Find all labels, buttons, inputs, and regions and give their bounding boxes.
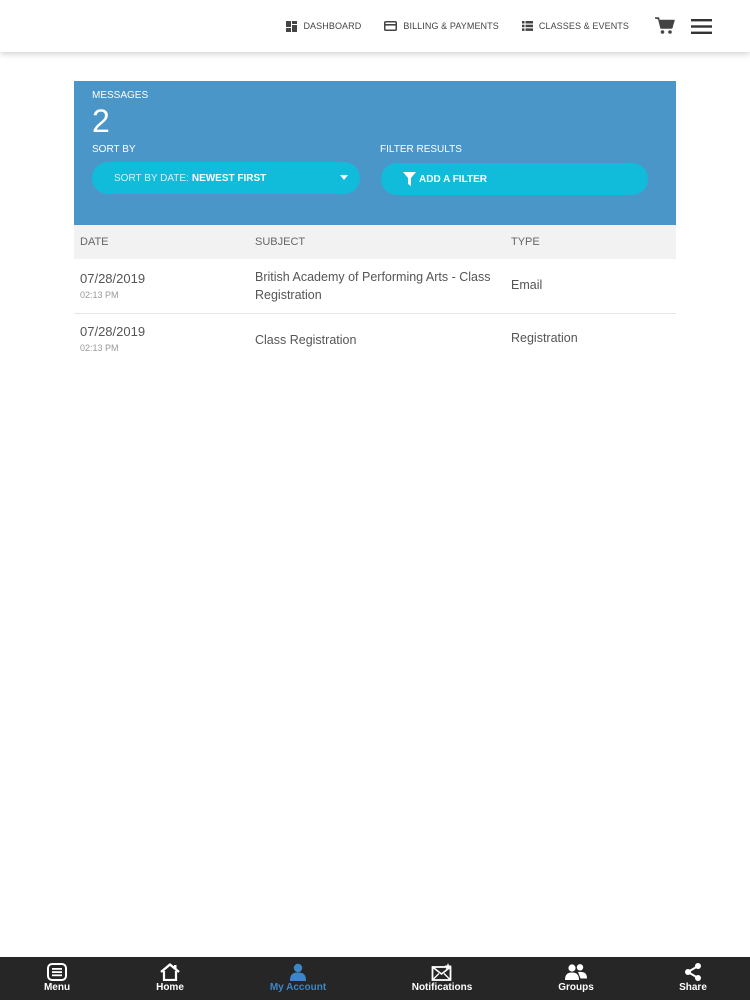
bottom-tab-bar: Menu Home My Account Notifications Group… — [0, 957, 750, 1000]
row-type: Email — [511, 278, 543, 292]
row-type: Registration — [511, 331, 578, 345]
cart-icon — [655, 17, 675, 34]
table-row[interactable]: 07/28/2019 02:13 PM Class Registration R… — [74, 314, 676, 364]
tab-notifications[interactable]: Notifications — [402, 957, 482, 1000]
column-header-subject[interactable]: SUBJECT — [255, 236, 305, 248]
messages-count: 2 — [92, 103, 110, 139]
filter-results-label: FILTER RESULTS — [380, 144, 462, 155]
caret-down-icon — [340, 175, 348, 180]
messages-panel: MESSAGES 2 SORT BY FILTER RESULTS SORT B… — [74, 81, 676, 225]
sort-dropdown-value: NEWEST FIRST — [191, 172, 267, 184]
tab-notifications-label: Notifications — [411, 982, 473, 993]
add-filter-label: ADD A FILTER — [419, 173, 487, 185]
menu-icon — [47, 963, 67, 981]
row-subject: Class Registration — [255, 333, 357, 347]
row-date: 07/28/2019 — [80, 271, 146, 286]
home-icon — [160, 963, 180, 981]
sort-by-label: SORT BY — [92, 144, 136, 155]
add-filter-button[interactable]: ADD A FILTER — [381, 163, 648, 195]
row-subject: British Academy of Performing Arts - Cla… — [255, 270, 491, 302]
nav-billing-label: BILLING & PAYMENTS — [403, 21, 499, 31]
tab-menu-label: Menu — [43, 982, 71, 993]
tab-home-label: Home — [156, 982, 184, 993]
tab-share-label: Share — [679, 982, 707, 993]
tab-my-account-label: My Account — [269, 982, 327, 993]
nav-billing-link[interactable]: BILLING & PAYMENTS — [384, 21, 499, 31]
tab-my-account[interactable]: My Account — [258, 957, 338, 1000]
row-time: 02:13 PM — [80, 343, 119, 353]
table-row[interactable]: 07/28/2019 02:13 PM British Academy of P… — [74, 259, 676, 314]
cart-button[interactable] — [655, 17, 675, 35]
main-menu-button[interactable] — [691, 18, 712, 34]
row-time: 02:13 PM — [80, 290, 119, 300]
groups-icon — [565, 964, 587, 980]
sort-dropdown-prefix: SORT BY DATE: — [114, 172, 189, 184]
sort-dropdown[interactable]: SORT BY DATE: NEWEST FIRST — [92, 162, 360, 194]
row-date: 07/28/2019 — [80, 324, 146, 339]
column-header-type[interactable]: TYPE — [511, 236, 540, 248]
nav-classes-label: CLASSES & EVENTS — [538, 21, 629, 31]
top-navigation-bar: DASHBOARD BILLING & PAYMENTS CLASSES & E… — [0, 0, 750, 52]
nav-classes-link[interactable]: CLASSES & EVENTS — [521, 21, 629, 31]
tab-share[interactable]: Share — [663, 957, 723, 1000]
messages-title: MESSAGES — [92, 90, 149, 101]
envelope-icon — [431, 963, 452, 981]
column-header-date[interactable]: DATE — [80, 236, 109, 248]
tab-groups-label: Groups — [558, 982, 594, 993]
hamburger-icon — [691, 18, 712, 34]
account-icon — [290, 963, 306, 981]
funnel-icon — [403, 172, 416, 186]
tab-home[interactable]: Home — [140, 957, 200, 1000]
dashboard-icon — [286, 20, 298, 32]
share-icon — [685, 963, 701, 981]
messages-table-header: DATE SUBJECT TYPE — [74, 225, 676, 259]
tab-groups[interactable]: Groups — [546, 957, 606, 1000]
list-icon — [521, 21, 533, 31]
tab-menu[interactable]: Menu — [27, 957, 87, 1000]
nav-dashboard-link[interactable]: DASHBOARD — [286, 20, 362, 32]
nav-dashboard-label: DASHBOARD — [303, 21, 362, 31]
credit-card-icon — [384, 21, 398, 31]
